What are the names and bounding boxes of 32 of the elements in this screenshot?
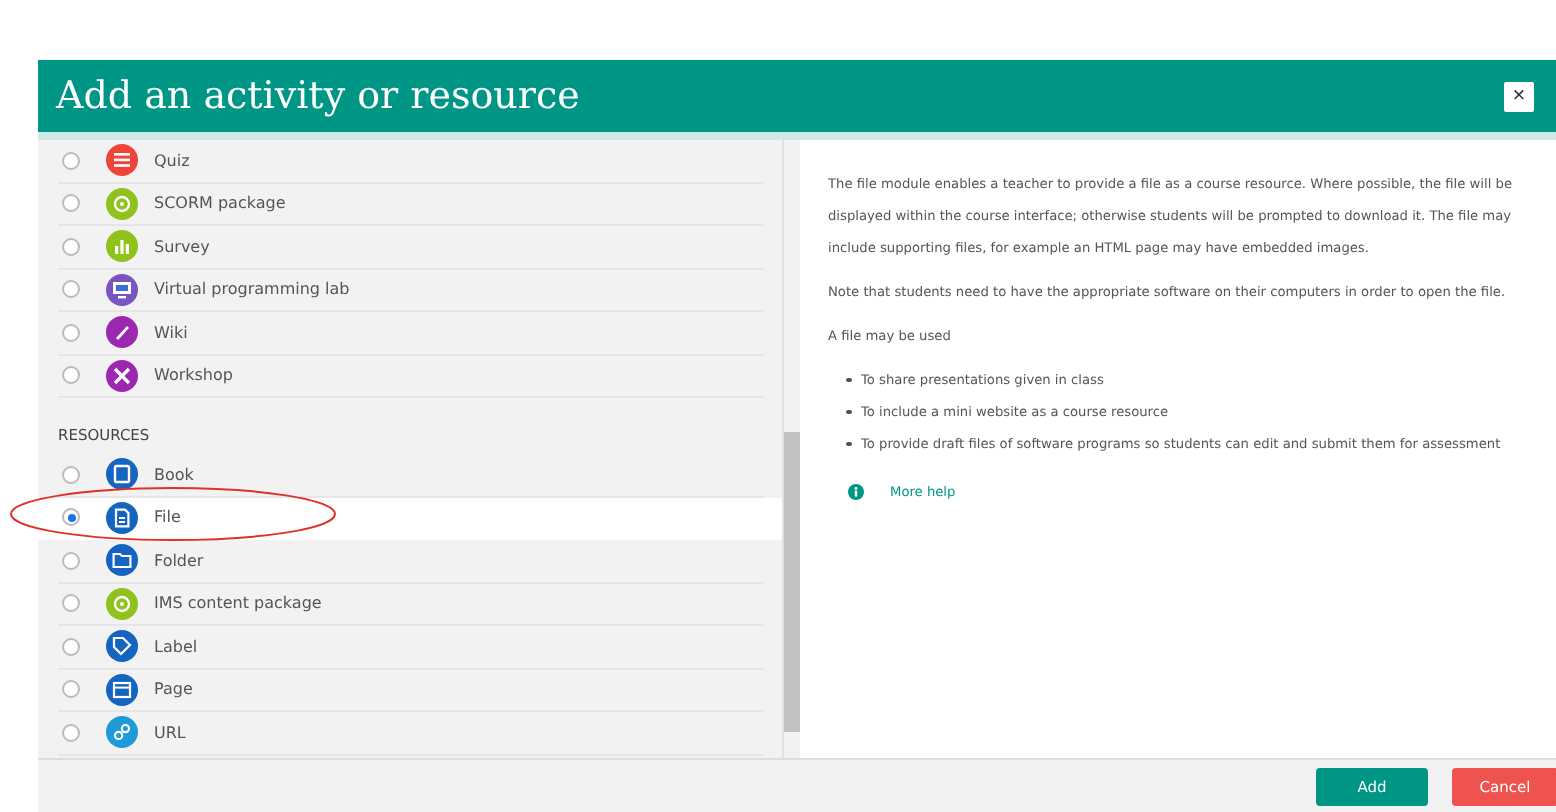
radio-button[interactable] [62, 323, 80, 342]
radio-button[interactable] [62, 723, 80, 742]
dialog-title: Add an activity or resource [56, 74, 580, 118]
activity-option[interactable]: IMS content package [58, 583, 764, 626]
info-icon [848, 484, 864, 500]
radio-button[interactable] [62, 637, 80, 656]
activity-option[interactable]: URL [58, 712, 764, 755]
scrollbar[interactable] [782, 140, 800, 758]
bullet-icon [846, 409, 851, 415]
activity-option[interactable]: Folder [58, 540, 764, 583]
radio-button[interactable] [62, 680, 80, 699]
activity-option[interactable]: Wiki [58, 312, 764, 355]
close-button[interactable]: × [1504, 81, 1534, 111]
radio-button[interactable] [62, 280, 80, 299]
activity-option[interactable]: File [38, 497, 782, 540]
activity-option[interactable]: Virtual programming lab [58, 269, 764, 312]
radio-button[interactable] [62, 194, 80, 213]
activity-option[interactable]: SCORM package [58, 183, 764, 226]
activity-option[interactable]: Workshop [58, 355, 764, 398]
bullet-icon [846, 377, 851, 383]
activity-option[interactable]: Survey [58, 226, 764, 269]
radio-button[interactable] [62, 594, 80, 613]
radio-button[interactable] [62, 465, 80, 484]
bullet-icon [846, 441, 851, 447]
activity-option[interactable]: Quiz [58, 140, 764, 183]
activity-option[interactable]: Page [58, 669, 764, 712]
radio-button[interactable] [62, 366, 80, 385]
radio-button[interactable] [62, 151, 80, 170]
radio-button[interactable] [62, 551, 80, 570]
activity-option[interactable]: Label [58, 626, 764, 669]
radio-button[interactable] [62, 508, 80, 527]
radio-button[interactable] [62, 237, 80, 256]
